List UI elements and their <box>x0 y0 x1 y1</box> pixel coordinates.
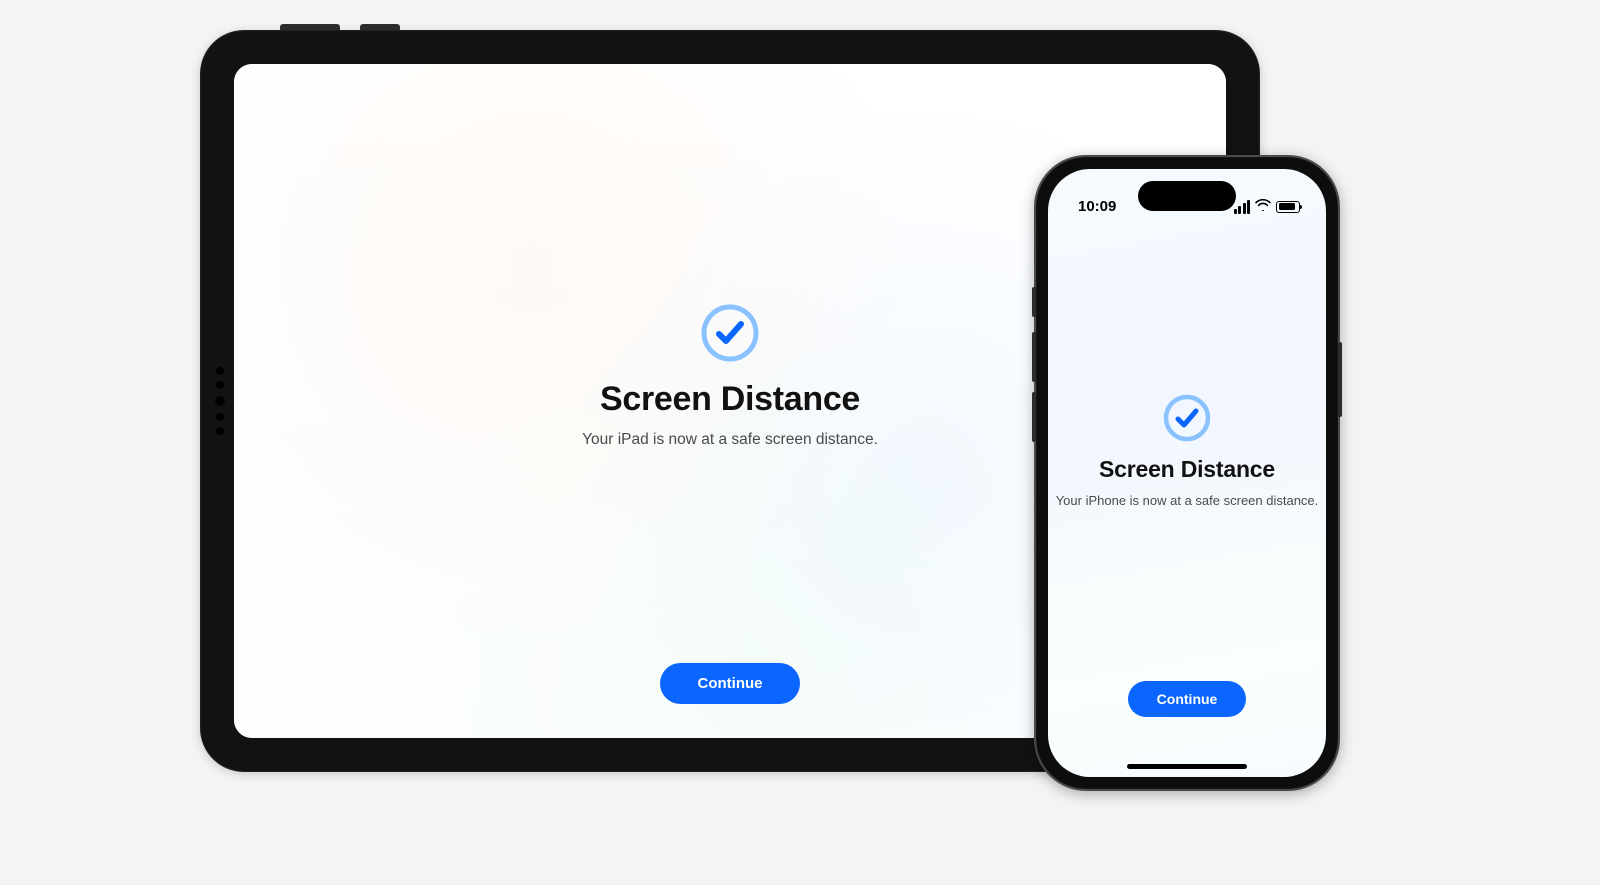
checkmark-icon <box>701 304 759 362</box>
iphone-device-frame: 10:09 <box>1034 155 1340 791</box>
ipad-camera-cluster <box>214 367 226 435</box>
home-indicator[interactable] <box>1127 764 1247 769</box>
iphone-screen: 10:09 <box>1048 169 1326 777</box>
page-title: Screen Distance <box>1099 456 1275 483</box>
page-title: Screen Distance <box>600 380 860 419</box>
screen-distance-panel-iphone: Screen Distance Your iPhone is now at a … <box>1048 169 1326 777</box>
ipad-volume-button <box>360 24 400 30</box>
iphone-power-button <box>1338 342 1342 417</box>
checkmark-icon <box>1163 394 1211 442</box>
iphone-mute-switch <box>1032 287 1036 317</box>
page-subtitle: Your iPhone is now at a safe screen dist… <box>1056 493 1319 508</box>
page-subtitle: Your iPad is now at a safe screen distan… <box>582 431 878 449</box>
iphone-volume-down <box>1032 392 1036 442</box>
continue-button[interactable]: Continue <box>1128 681 1246 717</box>
ipad-power-button <box>280 24 340 30</box>
continue-button[interactable]: Continue <box>660 663 800 704</box>
iphone-volume-up <box>1032 332 1036 382</box>
